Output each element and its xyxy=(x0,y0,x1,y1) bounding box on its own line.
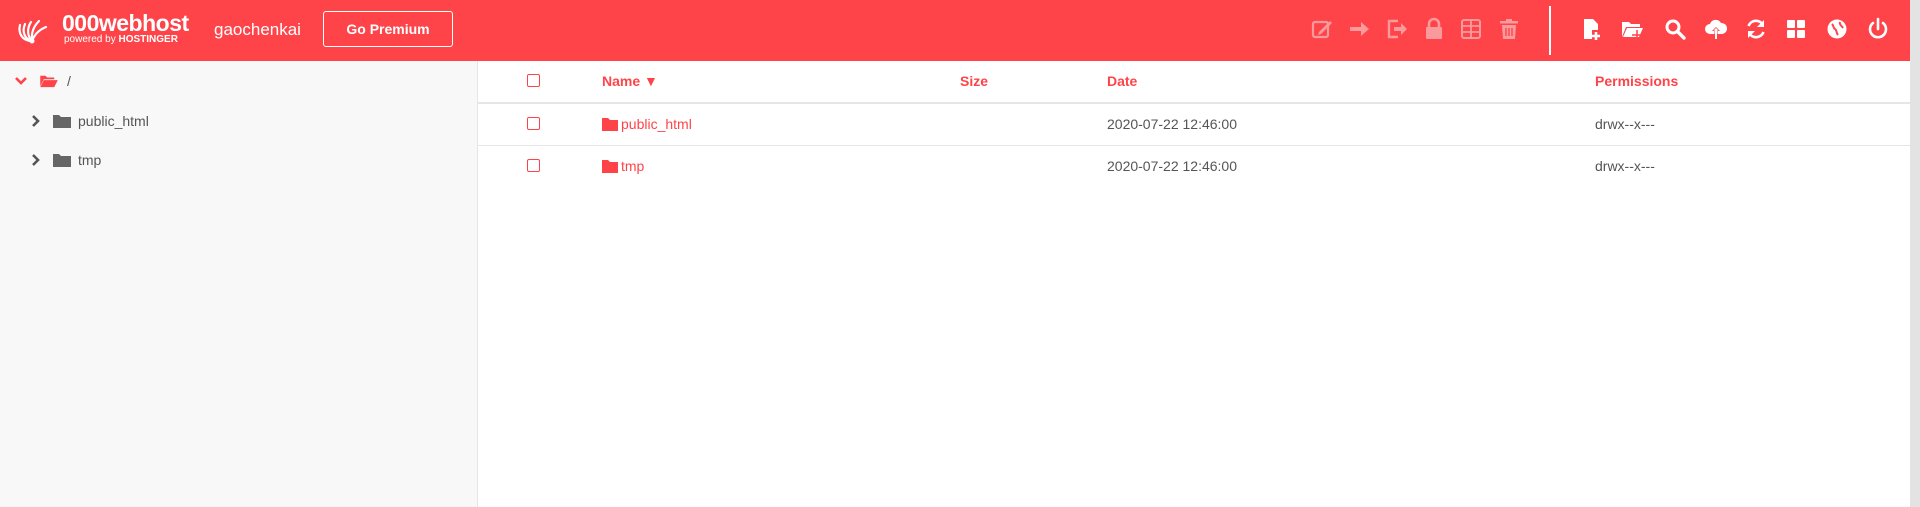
tree-item-public-html[interactable]: public_html xyxy=(29,113,149,129)
chevron-down-icon[interactable] xyxy=(14,74,28,88)
file-date: 2020-07-22 12:46:00 xyxy=(1107,158,1237,174)
select-all-checkbox[interactable] xyxy=(527,74,540,87)
chevron-right-icon[interactable] xyxy=(29,114,43,128)
archive-icon[interactable] xyxy=(1457,15,1485,43)
row-checkbox[interactable] xyxy=(527,159,540,172)
logo-icon xyxy=(18,19,48,44)
column-size-header[interactable]: Size xyxy=(960,73,988,89)
file-permissions: drwx--x--- xyxy=(1595,158,1655,174)
folder-icon xyxy=(602,118,618,131)
globe-icon[interactable] xyxy=(1823,15,1851,43)
brand-tagline: powered by HOSTINGER xyxy=(64,34,178,45)
file-name-link[interactable]: public_html xyxy=(602,116,692,132)
refresh-icon[interactable] xyxy=(1742,15,1770,43)
row-checkbox[interactable] xyxy=(527,117,540,130)
scrollbar-track[interactable] xyxy=(1910,0,1920,507)
table-header: Name ▼ Size Date Permissions xyxy=(478,61,1910,104)
folder-icon xyxy=(602,160,618,173)
tree-item-label: tmp xyxy=(78,152,102,168)
grid-view-icon[interactable] xyxy=(1782,15,1810,43)
upload-cloud-icon[interactable] xyxy=(1702,15,1730,43)
trash-icon[interactable] xyxy=(1495,15,1523,43)
power-icon[interactable] xyxy=(1864,15,1892,43)
table-row[interactable]: tmp 2020-07-22 12:46:00 drwx--x--- xyxy=(478,146,1910,187)
tree-root[interactable]: / xyxy=(14,73,71,89)
tree-root-label: / xyxy=(67,73,71,89)
toolbar-divider xyxy=(1549,6,1551,55)
column-date-header[interactable]: Date xyxy=(1107,73,1137,89)
tree-item-label: public_html xyxy=(78,113,149,129)
table-row[interactable]: public_html 2020-07-22 12:46:00 drwx--x-… xyxy=(478,104,1910,146)
folder-icon xyxy=(53,154,71,167)
folder-icon xyxy=(53,115,71,128)
export-icon[interactable] xyxy=(1383,15,1411,43)
new-folder-icon[interactable] xyxy=(1618,15,1646,43)
go-premium-button[interactable]: Go Premium xyxy=(323,11,453,47)
top-header: 000webhost powered by HOSTINGER gaochenk… xyxy=(0,0,1910,61)
folder-tree-sidebar: / public_html tmp xyxy=(0,61,478,507)
brand-name: 000webhost xyxy=(62,10,189,36)
file-name-link[interactable]: tmp xyxy=(602,158,644,174)
file-permissions: drwx--x--- xyxy=(1595,116,1655,132)
username: gaochenkai xyxy=(214,20,301,39)
search-icon[interactable] xyxy=(1661,15,1689,43)
file-date: 2020-07-22 12:46:00 xyxy=(1107,116,1237,132)
move-icon[interactable] xyxy=(1345,15,1373,43)
new-file-icon[interactable] xyxy=(1578,15,1606,43)
edit-icon[interactable] xyxy=(1308,15,1336,43)
lock-icon[interactable] xyxy=(1420,15,1448,43)
column-permissions-header[interactable]: Permissions xyxy=(1595,73,1678,89)
column-name-header[interactable]: Name ▼ xyxy=(602,73,658,89)
folder-open-icon xyxy=(40,75,58,88)
chevron-right-icon[interactable] xyxy=(29,153,43,167)
tree-item-tmp[interactable]: tmp xyxy=(29,152,101,168)
